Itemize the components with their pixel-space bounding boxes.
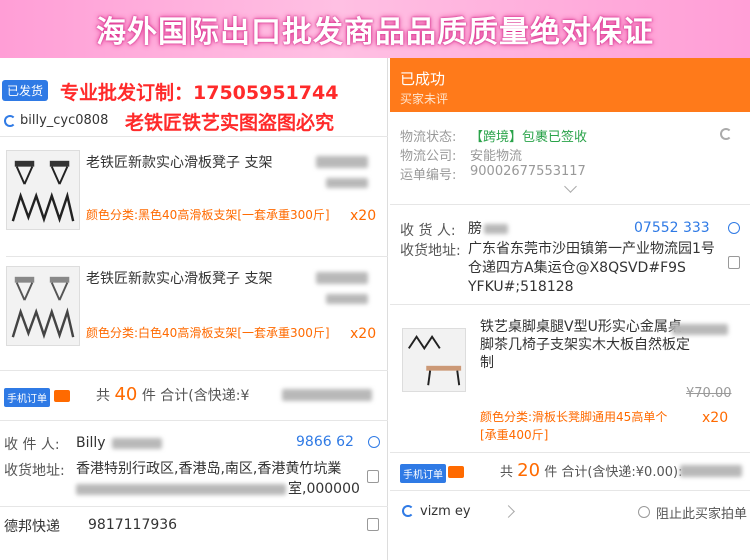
watermark-line-1: 专业批发订制：17505951744	[60, 82, 339, 104]
divider	[390, 490, 750, 491]
status-badge: 已发货	[2, 80, 49, 101]
price-blurred	[326, 294, 368, 304]
buyer-username: billy_cyc0808	[20, 113, 109, 128]
buyer-username[interactable]: vizm ey	[420, 502, 471, 521]
product-qty: x20	[702, 410, 729, 426]
copy-icon[interactable]	[367, 470, 379, 483]
card-icon	[448, 466, 464, 478]
mobile-order-tag: 手机订单	[4, 388, 50, 407]
copy-icon[interactable]	[728, 256, 740, 269]
product-image	[11, 160, 75, 224]
total-blurred	[680, 465, 742, 477]
logistics-company-label: 物流公司:	[400, 149, 457, 164]
tracking-number[interactable]: 90002677553117	[470, 164, 586, 179]
address-label: 收货地址:	[400, 243, 461, 259]
receiver-label: 收 件 人:	[4, 437, 60, 453]
summary-count: 20	[517, 460, 541, 481]
product-title[interactable]: 老铁匠新款实心滑板凳子 支架	[86, 152, 272, 172]
divider	[0, 370, 388, 371]
product-image	[11, 276, 75, 340]
product-thumbnail[interactable]	[402, 328, 466, 392]
courier-label: 德邦快递	[4, 519, 60, 535]
summary-count: 40	[114, 384, 138, 405]
address-value: 广东省东莞市沙田镇第一产业物流园1号仓递四方A集运仓@X8QSVD#F9S YF…	[468, 241, 715, 295]
product-image	[408, 335, 462, 386]
divider	[390, 204, 750, 205]
status-subtitle: 买家未评	[400, 92, 449, 106]
divider	[0, 420, 388, 421]
status-title: 已成功	[400, 70, 446, 88]
block-buyer-button[interactable]: 阻止此买家拍单	[656, 503, 747, 522]
copy-icon[interactable]	[367, 518, 379, 531]
order-summary: 共 40 件 合计(含快递:¥	[96, 384, 249, 405]
ban-icon	[638, 506, 650, 518]
receiver-label: 收 货 人:	[400, 223, 456, 239]
receiver-name: 膀	[468, 221, 482, 237]
summary-text: 件 合计(含快递:¥	[141, 388, 250, 404]
address-value-2: 室,000000	[288, 481, 360, 497]
status-header: 已成功 买家未评	[390, 58, 750, 112]
refresh-icon	[4, 114, 16, 127]
product-spec: 颜色分类:黑色40高滑板支架[一套承重300斤]	[86, 208, 330, 222]
summary-prefix: 共	[500, 465, 514, 480]
phone-icon[interactable]	[728, 222, 740, 234]
summary-prefix: 共	[96, 388, 110, 404]
divider	[0, 136, 388, 137]
divider	[390, 452, 750, 453]
chevron-right-icon[interactable]	[502, 505, 515, 518]
product-thumbnail[interactable]	[6, 150, 80, 230]
product-title[interactable]: 铁艺桌脚桌腿V型U形实心金属桌脚茶几椅子支架实木大板自然板定制	[480, 318, 692, 372]
logistics-status-value: 【跨境】包裹已签收	[470, 130, 588, 145]
card-icon	[54, 390, 70, 402]
original-price: ¥70.00	[686, 386, 732, 401]
chevron-down-icon[interactable]	[564, 180, 577, 193]
left-order-panel: 已发货 专业批发订制：17505951744 老铁匠铁艺实图盗图必究 billy…	[0, 58, 388, 560]
top-banner: 海外国际出口批发商品品质质量绝对保证	[0, 0, 750, 58]
receiver-name: Billy	[76, 435, 106, 451]
banner-text: 海外国际出口批发商品品质质量绝对保证	[96, 15, 654, 50]
price-blurred	[672, 324, 728, 335]
tracking-label: 运单编号:	[400, 168, 457, 183]
divider	[6, 256, 388, 257]
address-label: 收货地址:	[4, 463, 65, 479]
price-blurred	[316, 272, 368, 284]
name-blurred	[112, 438, 162, 449]
receiver-phone[interactable]: 9866 62	[296, 434, 354, 450]
logistics-company-value: 安能物流	[470, 149, 523, 164]
name-blurred	[484, 224, 508, 234]
receiver-phone[interactable]: 07552 333	[634, 220, 710, 236]
order-summary: 共 20 件 合计(含快递:¥0.00):	[500, 460, 682, 481]
product-spec: 颜色分类:滑板长凳脚通用45高单个[承重400斤]	[480, 410, 668, 442]
right-order-panel: 已成功 买家未评 物流状态: 【跨境】包裹已签收 物流公司: 安能物流 运单编号…	[390, 58, 750, 560]
logistics-status-label: 物流状态:	[400, 130, 457, 145]
price-blurred	[326, 178, 368, 188]
address-value: 香港特别行政区,香港岛,南区,香港黄竹坑業	[76, 461, 342, 477]
divider	[390, 304, 750, 305]
product-title[interactable]: 老铁匠新款实心滑板凳子 支架	[86, 268, 272, 288]
divider	[0, 506, 388, 507]
buyer-icon	[402, 505, 414, 517]
watermark-line-2: 老铁匠铁艺实图盗图必究	[125, 112, 335, 134]
product-qty: x20	[350, 326, 377, 342]
product-thumbnail[interactable]	[6, 266, 80, 346]
courier-number[interactable]: 9817117936	[88, 516, 177, 535]
phone-icon[interactable]	[368, 436, 380, 448]
buyer-row[interactable]: billy_cyc0808	[4, 113, 108, 128]
refresh-icon[interactable]	[720, 128, 732, 140]
price-blurred	[316, 156, 368, 168]
mobile-order-tag: 手机订单	[400, 464, 446, 483]
product-qty: x20	[350, 208, 377, 224]
product-spec: 颜色分类:白色40高滑板支架[一套承重300斤]	[86, 326, 330, 340]
total-blurred	[282, 389, 372, 401]
address-blurred	[76, 484, 286, 495]
summary-text: 件 合计(含快递:¥0.00):	[544, 465, 683, 480]
